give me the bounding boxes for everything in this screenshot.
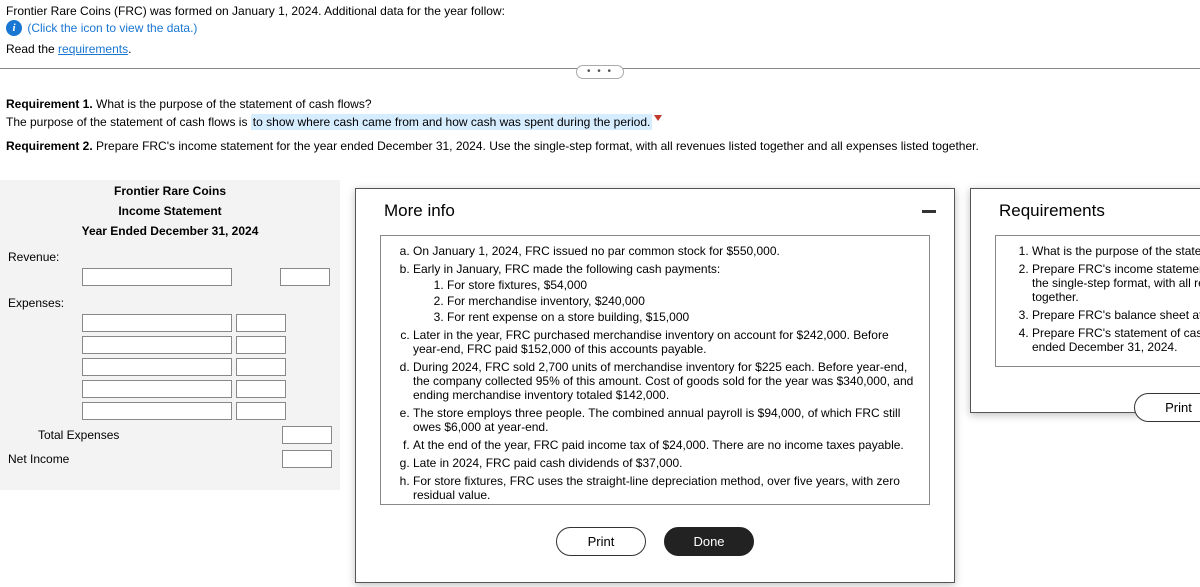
req1-answer-prefix: The purpose of the statement of cash flo…	[6, 115, 251, 129]
minimize-icon[interactable]	[922, 210, 936, 213]
dropdown-caret-icon[interactable]	[654, 115, 662, 121]
req1-answer-dropdown[interactable]: to show where cash came from and how cas…	[251, 114, 653, 130]
total-expenses-label: Total Expenses	[8, 424, 119, 446]
moreinfo-print-button[interactable]: Print	[556, 527, 646, 556]
moreinfo-done-button[interactable]: Done	[664, 527, 754, 556]
intro-text: Frontier Rare Coins (FRC) was formed on …	[6, 4, 1194, 18]
more-info-panel: More info On January 1, 2024, FRC issued…	[355, 188, 955, 583]
more-info-body: On January 1, 2024, FRC issued no par co…	[380, 235, 930, 505]
read-suffix: .	[128, 42, 131, 56]
read-prefix: Read the	[6, 42, 58, 56]
total-expenses-input[interactable]	[282, 426, 332, 444]
more-info-title: More info	[384, 201, 455, 221]
revenue-amount-input[interactable]	[280, 268, 330, 286]
expense-desc-input-4[interactable]	[82, 380, 232, 398]
revenue-desc-input[interactable]	[82, 268, 232, 286]
expense-amt-input-5[interactable]	[236, 402, 286, 420]
ws-company: Frontier Rare Coins	[0, 180, 340, 200]
moreinfo-item-f: At the end of the year, FRC paid income …	[413, 438, 919, 452]
req-item-4: Prepare FRC's statement of cash flows us…	[1032, 326, 1200, 354]
net-income-label: Net Income	[8, 452, 98, 466]
expense-amt-input-3[interactable]	[236, 358, 286, 376]
req2-text: Prepare FRC's income statement for the y…	[93, 139, 979, 153]
req1-label: Requirement 1.	[6, 97, 93, 111]
click-hint: (Click the icon to view the data.)	[27, 21, 197, 35]
expense-desc-input-5[interactable]	[82, 402, 232, 420]
requirements-link[interactable]: requirements	[58, 42, 128, 56]
moreinfo-item-b: Early in January, FRC made the following…	[413, 262, 720, 276]
income-statement-worksheet: Frontier Rare Coins Income Statement Yea…	[0, 180, 340, 490]
ws-period: Year Ended December 31, 2024	[0, 220, 340, 240]
req1-question: What is the purpose of the statement of …	[93, 97, 372, 111]
moreinfo-item-b2: For merchandise inventory, $240,000	[447, 294, 919, 308]
requirements-title: Requirements	[999, 201, 1105, 221]
moreinfo-item-d: During 2024, FRC sold 2,700 units of mer…	[413, 360, 919, 402]
expense-amt-input-1[interactable]	[236, 314, 286, 332]
req-item-1: What is the purpose of the statement of …	[1032, 244, 1200, 258]
req-item-2: Prepare FRC's income statement for the y…	[1032, 262, 1200, 304]
req-item-3: Prepare FRC's balance sheet at December …	[1032, 308, 1200, 322]
req2-label: Requirement 2.	[6, 139, 93, 153]
expense-desc-input-1[interactable]	[82, 314, 232, 332]
info-icon[interactable]: i	[6, 20, 22, 36]
ws-title: Income Statement	[0, 200, 340, 220]
revenue-label: Revenue:	[8, 250, 78, 264]
expense-desc-input-2[interactable]	[82, 336, 232, 354]
moreinfo-item-b3: For rent expense on a store building, $1…	[447, 310, 919, 324]
moreinfo-item-a: On January 1, 2024, FRC issued no par co…	[413, 244, 919, 258]
ellipsis-toggle[interactable]: • • •	[576, 65, 624, 79]
expense-desc-input-3[interactable]	[82, 358, 232, 376]
moreinfo-item-b1: For store fixtures, $54,000	[447, 278, 919, 292]
moreinfo-item-g: Late in 2024, FRC paid cash dividends of…	[413, 456, 919, 470]
requirements-panel: Requirements ✕ What is the purpose of th…	[970, 188, 1200, 413]
net-income-input[interactable]	[282, 450, 332, 468]
expense-amt-input-4[interactable]	[236, 380, 286, 398]
moreinfo-item-h: For store fixtures, FRC uses the straigh…	[413, 474, 919, 502]
moreinfo-item-c: Later in the year, FRC purchased merchan…	[413, 328, 919, 356]
req-print-button[interactable]: Print	[1134, 393, 1200, 422]
expense-amt-input-2[interactable]	[236, 336, 286, 354]
moreinfo-item-e: The store employs three people. The comb…	[413, 406, 919, 434]
expenses-label: Expenses:	[8, 296, 78, 310]
requirements-body: What is the purpose of the statement of …	[995, 235, 1200, 367]
